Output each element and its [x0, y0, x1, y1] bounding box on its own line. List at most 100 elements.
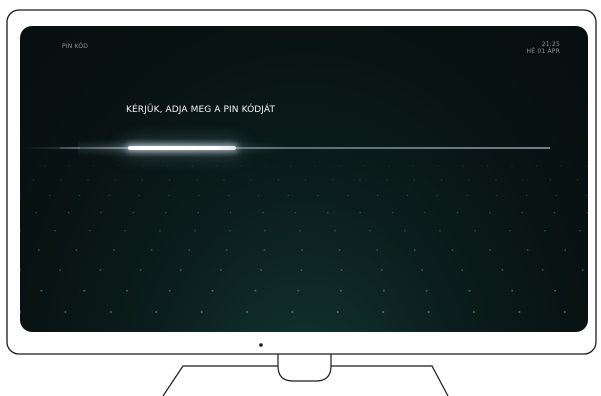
grid-dot — [132, 211, 135, 214]
grid-dot — [585, 194, 587, 197]
grid-dot — [240, 165, 242, 167]
grid-dot — [334, 230, 336, 232]
grid-dot — [468, 289, 471, 292]
grid-dot — [511, 165, 513, 167]
grid-dot — [138, 194, 140, 197]
grid-dot — [496, 194, 498, 197]
grid-dot — [108, 194, 111, 197]
grid-dot — [200, 310, 203, 314]
grid-dot — [89, 230, 91, 232]
grid-dot — [314, 165, 316, 167]
grid-dot — [468, 179, 470, 181]
grid-dot — [290, 165, 292, 167]
grid-dot — [388, 165, 390, 167]
grid-dot — [461, 269, 464, 271]
grid-dot — [93, 165, 95, 167]
pin-prompt: KÉRJÜK, ADJA MEG A PIN KÓDJÁT — [126, 105, 276, 115]
grid-dot — [501, 269, 504, 271]
grid-dot — [549, 179, 552, 181]
grid-dot — [139, 269, 142, 271]
grid-dot — [198, 194, 200, 197]
grid-dot — [254, 289, 257, 292]
grid-dot — [168, 194, 170, 197]
grid-dot — [211, 289, 214, 292]
grid-dot — [37, 249, 40, 251]
grid-dot — [382, 310, 385, 314]
tv-screen: PIN KÓD 21:25 HÉ 01 ÁPR KÉRJÜK, ADJA MEG… — [20, 26, 588, 332]
grid-dot — [83, 289, 86, 292]
grid-dot — [196, 179, 198, 181]
grid-dot — [20, 165, 21, 167]
grid-dot — [586, 211, 588, 214]
grid-dot — [216, 165, 218, 167]
page-title: PIN KÓD — [62, 43, 89, 50]
tv-illustration: PIN KÓD 21:25 HÉ 01 ÁPR KÉRJÜK, ADJA MEG… — [0, 0, 601, 396]
grid-dot — [427, 310, 430, 314]
dot-grid-background — [20, 165, 588, 314]
grid-dot — [299, 230, 301, 232]
grid-dot — [188, 249, 191, 251]
grid-dot — [44, 165, 46, 167]
grid-dot — [581, 269, 584, 271]
grid-dot — [560, 165, 562, 167]
grid-dot — [126, 289, 128, 292]
grid-dot — [425, 289, 428, 292]
pin-entry-progress[interactable] — [20, 139, 588, 157]
grid-dot — [87, 179, 89, 181]
grid-dot — [191, 165, 193, 167]
grid-dot — [340, 289, 342, 292]
grid-dot — [462, 165, 464, 167]
grid-dot — [486, 165, 488, 167]
grid-dot — [451, 249, 454, 251]
progress-fill — [128, 146, 236, 150]
grid-dot — [159, 230, 161, 232]
grid-dot — [263, 249, 266, 251]
grid-dot — [304, 179, 307, 181]
grid-dot — [339, 165, 341, 167]
grid-dot — [555, 194, 558, 197]
grid-dot — [155, 310, 158, 314]
grid-dot — [168, 179, 171, 181]
grid-dot — [100, 211, 102, 214]
grid-dot — [54, 230, 56, 232]
grid-dot — [168, 289, 171, 292]
grid-dot — [75, 249, 78, 251]
grid-dot — [245, 310, 249, 314]
grid-dot — [297, 289, 300, 292]
grid-dot — [300, 269, 303, 271]
grid-dot — [294, 211, 297, 214]
grid-dot — [576, 179, 579, 181]
grid-dot — [509, 230, 511, 232]
grid-dot — [338, 249, 341, 251]
grid-dot — [511, 289, 514, 292]
grid-dot — [376, 249, 379, 251]
grid-dot — [386, 179, 388, 181]
grid-dot — [114, 179, 116, 181]
clock-date: HÉ 01 ÁPR — [526, 48, 560, 55]
grid-dot — [257, 194, 260, 197]
grid-dot — [277, 179, 280, 181]
grid-dot — [264, 230, 266, 232]
clock: 21:25 HÉ 01 ÁPR — [527, 41, 560, 55]
grid-dot — [359, 179, 361, 181]
grid-dot — [380, 269, 383, 271]
grid-dot — [456, 211, 459, 214]
grid-dot — [260, 269, 263, 271]
grid-dot — [541, 269, 544, 271]
grid-dot — [167, 165, 169, 167]
grid-dot — [220, 269, 222, 271]
grid-dot — [179, 269, 182, 271]
grid-dot — [225, 249, 228, 251]
grid-dot — [522, 179, 524, 181]
grid-dot — [336, 310, 339, 314]
grid-dot — [466, 194, 468, 197]
grid-dot — [165, 211, 167, 214]
grid-dot — [287, 194, 289, 197]
grid-dot — [64, 310, 67, 314]
grid-dot — [340, 269, 343, 271]
grid-dot — [413, 179, 416, 181]
grid-dot — [68, 165, 70, 167]
grid-dot — [327, 211, 329, 214]
grid-dot — [32, 179, 35, 181]
grid-dot — [563, 310, 566, 314]
